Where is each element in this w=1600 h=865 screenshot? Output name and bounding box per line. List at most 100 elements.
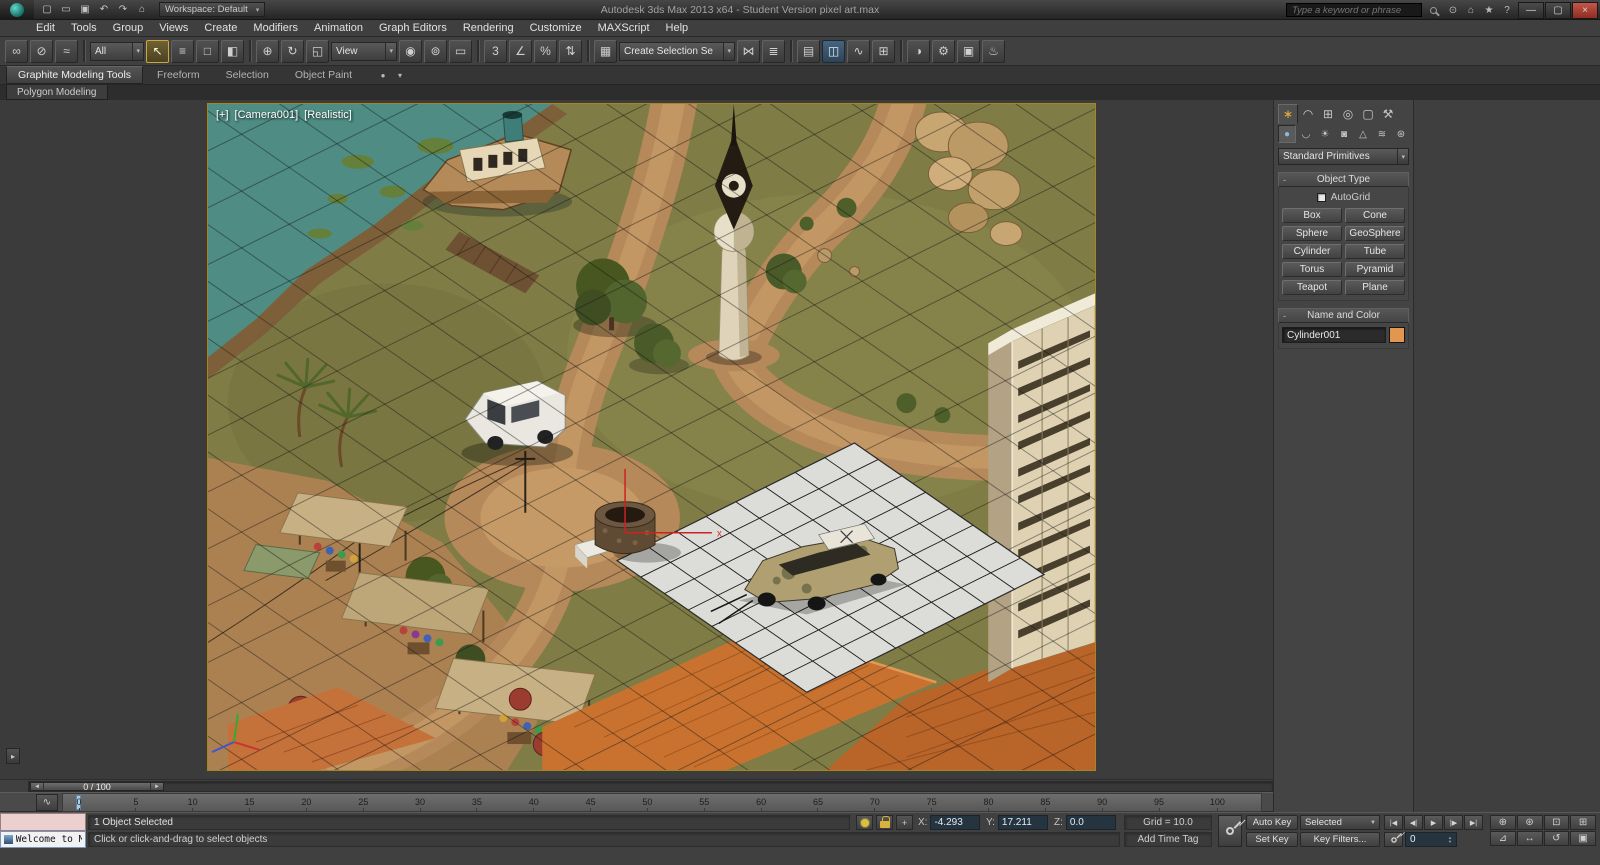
- menu-customize[interactable]: Customize: [522, 20, 590, 37]
- cone-button[interactable]: Cone: [1345, 208, 1405, 223]
- redo-button[interactable]: ↷: [114, 2, 132, 18]
- select-and-move-button[interactable]: ⊕: [256, 39, 279, 63]
- timeline-tick[interactable]: 70: [869, 797, 881, 811]
- timeline-tick[interactable]: 50: [641, 797, 653, 811]
- select-and-manipulate-button[interactable]: ⊚: [424, 39, 447, 63]
- timeline-tick[interactable]: 60: [755, 797, 767, 811]
- timeline-tick[interactable]: 90: [1096, 797, 1108, 811]
- select-object-button[interactable]: ↖: [146, 39, 169, 63]
- subscription-center-button[interactable]: ⌂: [1462, 2, 1480, 18]
- project-folder-button[interactable]: ⌂: [133, 2, 151, 18]
- application-menu-button[interactable]: [0, 0, 34, 20]
- render-production-button[interactable]: ♨: [982, 39, 1005, 63]
- timeline-tick[interactable]: 45: [585, 797, 597, 811]
- menu-tools[interactable]: Tools: [63, 20, 105, 37]
- open-file-button[interactable]: ▭: [57, 2, 75, 18]
- maximize-viewport-toggle[interactable]: ▣: [1570, 831, 1596, 846]
- zoom-extents-all-button[interactable]: ⊞: [1570, 815, 1596, 830]
- next-frame-button[interactable]: |▶: [1444, 815, 1463, 830]
- timeline-tick[interactable]: 100: [1210, 797, 1225, 811]
- align-button[interactable]: ≣: [762, 39, 785, 63]
- reference-coordinate-system-dropdown[interactable]: View ▾: [331, 41, 397, 61]
- edit-named-selection-sets-button[interactable]: ▦: [594, 39, 617, 63]
- category-lights[interactable]: ☀: [1316, 125, 1334, 143]
- command-tab-display[interactable]: ▢: [1358, 104, 1378, 124]
- zoom-extents-button[interactable]: ⊡: [1543, 815, 1570, 830]
- select-by-name-button[interactable]: ≡: [171, 39, 194, 63]
- viewport-shading-menu[interactable]: [Realistic]: [304, 109, 352, 121]
- object-name-field[interactable]: Cylinder001: [1282, 327, 1386, 343]
- zoom-all-button[interactable]: ⊛: [1516, 815, 1543, 830]
- select-and-scale-button[interactable]: ◱: [306, 39, 329, 63]
- timeline-tick[interactable]: 85: [1039, 797, 1051, 811]
- timeline-tick[interactable]: 10: [187, 797, 199, 811]
- expand-left-panel-button[interactable]: ▸: [6, 748, 20, 764]
- category-cameras[interactable]: ◙: [1335, 125, 1353, 143]
- menu-create[interactable]: Create: [196, 20, 245, 37]
- ribbon-tab-object-paint[interactable]: Object Paint: [283, 66, 364, 84]
- search-icon[interactable]: [1424, 2, 1442, 18]
- ribbon-options-icon[interactable]: ●: [376, 71, 390, 80]
- mirror-button[interactable]: ⋈: [737, 39, 760, 63]
- timeline-tick[interactable]: 15: [244, 797, 256, 811]
- category-geometry[interactable]: ●: [1278, 125, 1296, 143]
- object-color-swatch[interactable]: [1389, 327, 1405, 343]
- z-coordinate-field[interactable]: 0.0: [1065, 815, 1116, 830]
- menu-views[interactable]: Views: [151, 20, 196, 37]
- command-tab-hierarchy[interactable]: ⊞: [1318, 104, 1338, 124]
- key-selection-set-dropdown[interactable]: Selected ▼: [1300, 815, 1380, 830]
- timeline-tick[interactable]: 65: [812, 797, 824, 811]
- close-button[interactable]: ×: [1572, 1, 1598, 19]
- rendered-frame-window-button[interactable]: ▣: [957, 39, 980, 63]
- timeline-tick[interactable]: 0: [73, 797, 85, 811]
- auto-key-button[interactable]: Auto Key: [1246, 815, 1298, 830]
- play-animation-button[interactable]: ▶: [1424, 815, 1443, 830]
- selection-lock-toggle[interactable]: [876, 815, 893, 830]
- ribbon-minimize-button[interactable]: ▾: [393, 71, 407, 80]
- maximize-button[interactable]: ▢: [1545, 1, 1571, 19]
- menu-rendering[interactable]: Rendering: [455, 20, 522, 37]
- previous-frame-arrow[interactable]: ◄: [31, 783, 44, 790]
- unlink-selection-button[interactable]: ⊘: [30, 39, 53, 63]
- zoom-button[interactable]: ⊕: [1490, 815, 1516, 830]
- menu-animation[interactable]: Animation: [306, 20, 371, 37]
- frame-spinner[interactable]: ▲ ▼: [1448, 835, 1452, 844]
- menu-graph-editors[interactable]: Graph Editors: [371, 20, 455, 37]
- ribbon-tab-selection[interactable]: Selection: [214, 66, 281, 84]
- go-to-start-button[interactable]: |◀: [1384, 815, 1403, 830]
- timeline-tick[interactable]: 55: [698, 797, 710, 811]
- category-systems[interactable]: ⊛: [1392, 125, 1410, 143]
- selection-filter-dropdown[interactable]: All ▾: [90, 41, 144, 61]
- spinner-snap-toggle[interactable]: ⇅: [559, 39, 582, 63]
- timeline-tick[interactable]: 95: [1153, 797, 1165, 811]
- scene-building[interactable]: [988, 293, 1095, 683]
- use-pivot-point-center-button[interactable]: ◉: [399, 39, 422, 63]
- time-slider-handle[interactable]: ◄ 0 / 100 ►: [30, 782, 164, 792]
- timeline-tick[interactable]: 75: [926, 797, 938, 811]
- infocenter-search-button[interactable]: ⊙: [1444, 2, 1462, 18]
- welcome-screen-minimized-window[interactable]: Welcome to M: [0, 831, 86, 848]
- help-button[interactable]: ?: [1498, 2, 1516, 18]
- select-and-link-button[interactable]: ∞: [5, 39, 28, 63]
- save-file-button[interactable]: ▣: [76, 2, 94, 18]
- timeline-tick[interactable]: 35: [471, 797, 483, 811]
- torus-button[interactable]: Torus: [1282, 262, 1342, 277]
- y-coordinate-field[interactable]: 17.211: [997, 815, 1048, 830]
- maxscript-macro-recorder-pane[interactable]: [0, 813, 86, 831]
- viewport-canvas[interactable]: x: [208, 104, 1095, 770]
- tube-button[interactable]: Tube: [1345, 244, 1405, 259]
- angle-snap-toggle[interactable]: ∠: [509, 39, 532, 63]
- undo-button[interactable]: ↶: [95, 2, 113, 18]
- rectangular-selection-region-button[interactable]: □: [196, 39, 219, 63]
- infocenter-search-input[interactable]: [1286, 3, 1422, 17]
- viewport-pov-menu[interactable]: [Camera001]: [235, 109, 299, 121]
- menu-help[interactable]: Help: [658, 20, 697, 37]
- minimize-button[interactable]: —: [1518, 1, 1544, 19]
- menu-group[interactable]: Group: [105, 20, 152, 37]
- graphite-modeling-ribbon-toggle[interactable]: ◫: [822, 39, 845, 63]
- x-coordinate-field[interactable]: -4.293: [930, 815, 981, 830]
- sphere-button[interactable]: Sphere: [1282, 226, 1342, 241]
- previous-frame-button[interactable]: ◀|: [1404, 815, 1423, 830]
- named-selection-sets-dropdown[interactable]: Create Selection Se ▾: [619, 41, 735, 61]
- ribbon-tab-graphite-modeling-tools[interactable]: Graphite Modeling Tools: [6, 66, 144, 84]
